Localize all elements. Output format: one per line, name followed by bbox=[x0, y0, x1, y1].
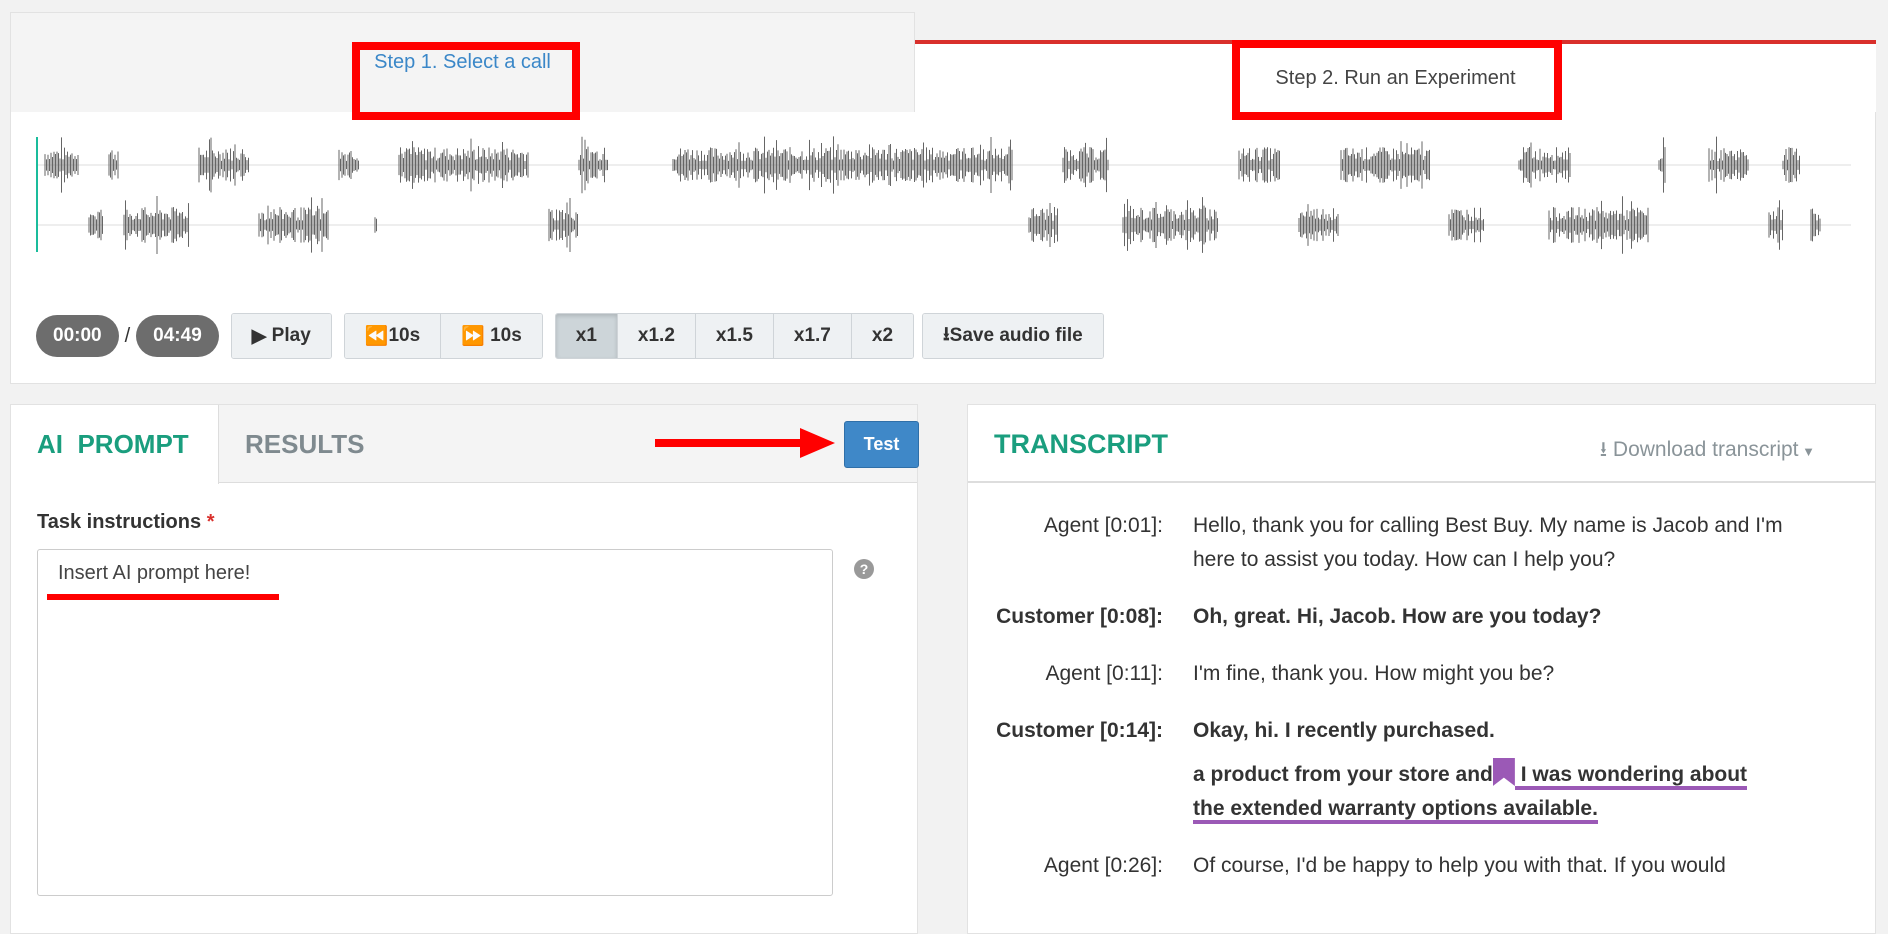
transcript-row-continued: a product from your store and I was wond… bbox=[968, 758, 1875, 826]
download-icon: ⭳ bbox=[943, 324, 950, 345]
player-controls: 00:00 / 04:49 ▶ Play ⏪ 10s ⏩ 10s x1 x1.2 … bbox=[36, 313, 1104, 359]
annotation-box-step2 bbox=[1232, 40, 1562, 120]
speed-x1.2[interactable]: x1.2 bbox=[617, 314, 696, 358]
forward-icon: ⏩ bbox=[461, 326, 491, 347]
time-separator: / bbox=[124, 324, 131, 347]
transcript-row: Agent [0:26]: Of course, I'd be happy to … bbox=[1043, 854, 1726, 877]
transcript-row: Customer [0:14]: Okay, hi. I recently pur… bbox=[996, 719, 1495, 742]
highlighted-text[interactable]: the extended warranty options available. bbox=[1193, 797, 1598, 824]
speed-x2[interactable]: x2 bbox=[851, 314, 914, 358]
speed-x1.5[interactable]: x1.5 bbox=[695, 314, 774, 358]
speed-x1[interactable]: x1 bbox=[555, 314, 618, 358]
test-button[interactable]: Test bbox=[844, 421, 919, 468]
download-icon: ⭳ bbox=[1599, 438, 1613, 461]
transcript-row: Agent [0:01]: Hello, thank you for callin… bbox=[1043, 514, 1783, 571]
annotation-box-step1 bbox=[352, 42, 580, 120]
annotation-arrow bbox=[655, 428, 835, 458]
task-instructions-label: Task instructions * bbox=[37, 511, 215, 533]
play-icon: ▶ bbox=[251, 325, 272, 347]
tab-ai-prompt[interactable]: AI PROMPT bbox=[11, 405, 219, 484]
forward-button[interactable]: ⏩ 10s bbox=[441, 314, 542, 358]
rewind-icon: ⏪ bbox=[364, 326, 389, 347]
task-instructions-textarea[interactable]: Insert AI prompt here! bbox=[37, 549, 833, 896]
transcript-title: TRANSCRIPT bbox=[994, 429, 1168, 459]
prompt-panel: AI PROMPT RESULTS Test Task instructions… bbox=[10, 404, 919, 934]
transcript-panel: TRANSCRIPT ⭳ Download transcript ▼ Agent… bbox=[967, 404, 1876, 934]
download-transcript-dropdown[interactable]: ⭳ Download transcript ▼ bbox=[1600, 435, 1815, 470]
transcript-row: Customer [0:08]: Oh, great. Hi, Jacob. Ho… bbox=[996, 605, 1602, 628]
help-icon[interactable]: ? bbox=[854, 559, 874, 579]
current-time: 00:00 bbox=[36, 315, 119, 357]
play-button[interactable]: ▶ Play bbox=[231, 314, 331, 358]
speed-x1.7[interactable]: x1.7 bbox=[773, 314, 852, 358]
highlighted-text[interactable]: I was wondering about bbox=[1514, 763, 1748, 790]
tab-results[interactable]: RESULTS bbox=[219, 405, 390, 484]
bookmark-icon[interactable] bbox=[1492, 758, 1515, 786]
transcript-row: Agent [0:11]: I'm fine, thank you. How mi… bbox=[1045, 662, 1555, 685]
save-audio-button[interactable]: ⭳ Save audio file bbox=[923, 314, 1103, 358]
caret-down-icon: ▼ bbox=[1798, 444, 1815, 459]
annotation-underline bbox=[47, 594, 279, 600]
required-marker: * bbox=[206, 511, 215, 533]
rewind-button[interactable]: ⏪ 10s bbox=[344, 314, 442, 358]
duration: 04:49 bbox=[136, 315, 219, 357]
